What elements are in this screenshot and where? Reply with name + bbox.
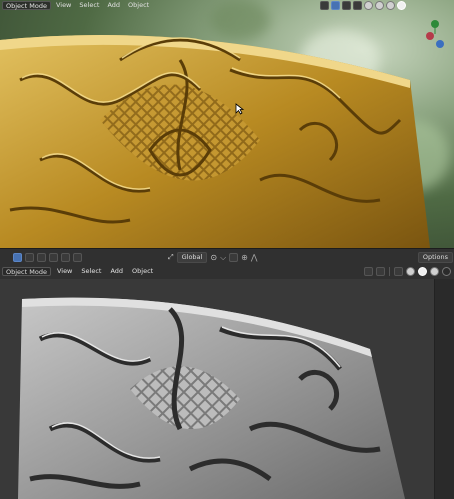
- sidebar-strip[interactable]: [434, 279, 454, 499]
- menu-select[interactable]: Select: [76, 0, 102, 11]
- visibility-icon[interactable]: [320, 0, 329, 10]
- mode-selector[interactable]: Object Mode: [2, 267, 51, 276]
- shading-solid-icon[interactable]: [418, 267, 427, 276]
- shading-solid-icon[interactable]: [375, 0, 384, 10]
- menu-add[interactable]: Add: [107, 266, 126, 277]
- bottom-viewport-header: ⤢ Global ⊙ ⌵ ⊕ ⋀ Options Object Mode Vie…: [0, 249, 454, 279]
- shading-rendered-icon[interactable]: [442, 267, 451, 276]
- visibility-icon[interactable]: [364, 267, 373, 276]
- menu-select[interactable]: Select: [78, 266, 104, 277]
- mouse-cursor-icon: [235, 103, 245, 115]
- overlay-icon[interactable]: [342, 0, 351, 10]
- shading-material-icon[interactable]: [430, 267, 439, 276]
- transform-orientation-icon: ⤢: [168, 253, 174, 261]
- select-mode-intersect-icon[interactable]: [73, 253, 82, 262]
- select-cursor-icon[interactable]: [13, 253, 22, 262]
- select-mode-invert-icon[interactable]: [61, 253, 70, 262]
- xray-icon[interactable]: [394, 267, 403, 276]
- navigation-gizmo[interactable]: [420, 14, 450, 54]
- xray-icon[interactable]: [353, 0, 362, 10]
- tool-header: ⤢ Global ⊙ ⌵ ⊕ ⋀ Options: [0, 251, 454, 264]
- transform-orientation-dropdown[interactable]: Global: [176, 252, 208, 263]
- top-header-right: [320, 0, 406, 10]
- menu-view[interactable]: View: [53, 0, 74, 11]
- menu-view[interactable]: View: [54, 266, 75, 277]
- shading-rendered-icon[interactable]: [397, 0, 406, 10]
- falloff-icon[interactable]: ⋀: [251, 253, 258, 262]
- menu-add[interactable]: Add: [104, 0, 123, 11]
- mode-selector[interactable]: Object Mode: [2, 0, 51, 10]
- gray-carved-band: [18, 297, 405, 499]
- menu-object[interactable]: Object: [125, 0, 152, 11]
- select-box-icon[interactable]: [25, 253, 34, 262]
- top-header-left: Object Mode View Select Add Object: [2, 0, 152, 10]
- snap-icon[interactable]: ⌵: [220, 253, 226, 263]
- solid-viewport[interactable]: [0, 279, 454, 499]
- select-mode-subtract-icon[interactable]: [49, 253, 58, 262]
- menu-object[interactable]: Object: [129, 266, 156, 277]
- gizmo-icon[interactable]: [331, 0, 340, 10]
- proportional-edit-icon[interactable]: ⊕: [241, 253, 248, 262]
- pivot-icon[interactable]: ⊙: [210, 253, 217, 262]
- shading-wireframe-icon[interactable]: [364, 0, 373, 10]
- options-dropdown[interactable]: Options: [417, 252, 453, 263]
- editor-header: Object Mode View Select Add Object: [0, 265, 454, 278]
- overlay-icon[interactable]: [376, 267, 385, 276]
- shading-material-icon[interactable]: [386, 0, 395, 10]
- select-mode-extend-icon[interactable]: [37, 253, 46, 262]
- blender-window: Object Mode View Select Add Object ⤢ Glo…: [0, 0, 454, 499]
- rendered-viewport[interactable]: Object Mode View Select Add Object: [0, 0, 454, 248]
- snap-target-icon[interactable]: [229, 253, 239, 262]
- gold-carved-band: [0, 35, 430, 248]
- separator: [389, 267, 390, 276]
- shading-wireframe-icon[interactable]: [406, 267, 415, 276]
